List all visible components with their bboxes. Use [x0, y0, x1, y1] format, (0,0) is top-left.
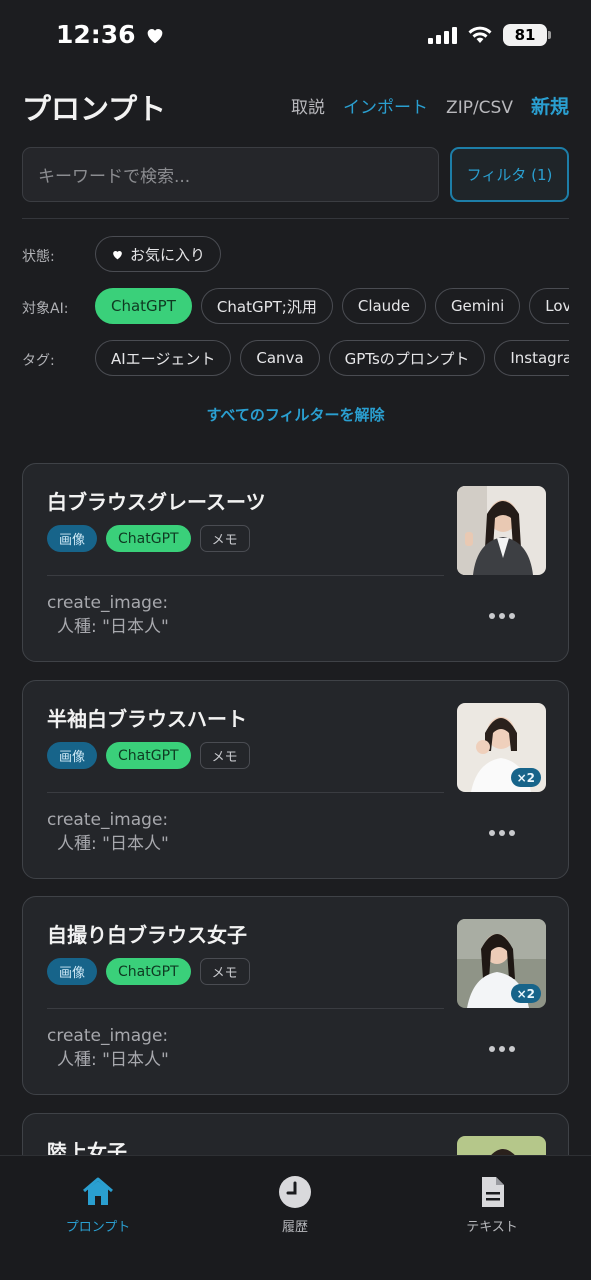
ai-badge: ChatGPT [106, 958, 191, 985]
ai-filter-label: 対象AI: [22, 301, 69, 317]
chip-instagram[interactable]: Instagram [494, 340, 569, 376]
nav-label: 履歴 [281, 1220, 308, 1235]
chip-gemini[interactable]: Gemini [434, 288, 521, 324]
status-bar: 12:36 81 [0, 0, 591, 72]
memo-badge[interactable]: メモ [199, 742, 250, 769]
clear-filters-link[interactable]: すべてのフィルターを解除 [0, 404, 591, 425]
card-divider [47, 792, 444, 793]
body-line: create_image: [47, 593, 169, 613]
body-line: create_image: [47, 1026, 169, 1046]
nav-item-text[interactable]: テキスト [422, 1174, 562, 1235]
tag-filter-row: タグ: AIエージェント Canva GPTsのプロンプト Instagram [22, 340, 569, 378]
card-thumbnail[interactable]: ×2 [457, 703, 546, 792]
ai-badge: ChatGPT [106, 525, 191, 552]
import-link[interactable]: インポート [343, 93, 428, 118]
status-chips: お気に入り [95, 236, 222, 272]
chip-lovable[interactable]: Lovable [529, 288, 569, 324]
tag-filter-label: タグ: [22, 353, 55, 369]
ai-badge: ChatGPT [106, 742, 191, 769]
nav-item-prompts[interactable]: プロンプト [28, 1174, 168, 1235]
body-line: 人種: "日本人" [57, 834, 169, 854]
body-line: 人種: "日本人" [57, 617, 169, 637]
card-title: 白ブラウスグレースーツ [47, 490, 266, 514]
chip-gpts-prompt[interactable]: GPTsのプロンプト [328, 340, 486, 376]
chip-chatgpt-general[interactable]: ChatGPT;汎用 [200, 288, 333, 324]
status-time: 12:36 [56, 20, 166, 49]
header-actions: 取説 インポート ZIP/CSV 新規 [291, 92, 569, 119]
chip-ai-agent[interactable]: AIエージェント [95, 340, 232, 376]
category-badge: 画像 [47, 742, 98, 769]
search-input[interactable]: キーワードで検索... [22, 147, 439, 202]
card-title: 自撮り白ブラウス女子 [47, 923, 247, 947]
card-divider [47, 575, 444, 576]
card-body: create_image: 人種: "日本人" [47, 1024, 169, 1072]
header: プロンプト 取説 インポート ZIP/CSV 新規 [22, 86, 569, 126]
photo-thumbnail-image [457, 486, 546, 575]
nav-item-history[interactable]: 履歴 [225, 1174, 365, 1235]
more-options-icon[interactable] [485, 606, 519, 626]
wifi-icon [468, 26, 492, 43]
heart-icon [147, 28, 162, 43]
image-count-badge: ×2 [510, 984, 541, 1003]
manual-link[interactable]: 取説 [291, 93, 325, 118]
category-badge: 画像 [47, 958, 98, 985]
heart-icon [113, 250, 122, 259]
ai-filter-row: 対象AI: ChatGPT ChatGPT;汎用 Claude Gemini L… [22, 288, 569, 326]
chip-chatgpt[interactable]: ChatGPT [95, 288, 192, 324]
clock-icon [279, 1176, 311, 1208]
page-title: プロンプト [22, 92, 167, 126]
document-icon [482, 1177, 504, 1207]
nav-label: プロンプト [65, 1220, 131, 1235]
card-title: 半袖白ブラウスハート [47, 707, 247, 731]
card-badges: 画像 ChatGPT メモ [47, 742, 250, 769]
new-prompt-button[interactable]: 新規 [531, 92, 569, 119]
battery-level: 81 [514, 26, 536, 44]
home-icon [83, 1177, 113, 1205]
card-thumbnail[interactable] [457, 486, 546, 575]
card-divider [47, 1008, 444, 1009]
chip-label: お気に入り [130, 245, 206, 264]
chip-claude[interactable]: Claude [341, 288, 426, 324]
card-badges: 画像 ChatGPT メモ [47, 525, 250, 552]
chip-canva[interactable]: Canva [240, 340, 320, 376]
memo-badge[interactable]: メモ [199, 958, 250, 985]
prompt-card[interactable]: 白ブラウスグレースーツ 画像 ChatGPT メモ create_image: … [22, 463, 569, 662]
more-options-icon[interactable] [485, 823, 519, 843]
status-filter-row: 状態: お気に入り [22, 236, 569, 274]
cellular-signal-icon [428, 26, 457, 44]
status-filter-label: 状態: [22, 249, 55, 265]
memo-badge[interactable]: メモ [199, 525, 250, 552]
clock-text: 12:36 [56, 20, 136, 49]
body-line: create_image: [47, 810, 169, 830]
zip-csv-link[interactable]: ZIP/CSV [446, 98, 513, 118]
prompt-card[interactable]: 自撮り白ブラウス女子 画像 ChatGPT メモ create_image: 人… [22, 896, 569, 1095]
category-badge: 画像 [47, 525, 98, 552]
filter-button[interactable]: フィルタ (1) [450, 147, 569, 202]
card-thumbnail[interactable]: ×2 [457, 919, 546, 1008]
card-body: create_image: 人種: "日本人" [47, 808, 169, 856]
battery-icon: 81 [503, 24, 551, 46]
image-count-badge: ×2 [510, 768, 541, 787]
status-indicators: 81 [428, 24, 551, 46]
search-placeholder: キーワードで検索... [38, 167, 191, 187]
more-options-icon[interactable] [485, 1039, 519, 1059]
card-body: create_image: 人種: "日本人" [47, 591, 169, 639]
prompt-card[interactable]: 半袖白ブラウスハート 画像 ChatGPT メモ create_image: 人… [22, 680, 569, 879]
ai-chips: ChatGPT ChatGPT;汎用 Claude Gemini Lovable [95, 288, 569, 324]
nav-label: テキスト [466, 1220, 518, 1235]
body-line: 人種: "日本人" [57, 1050, 169, 1070]
chip-favorites[interactable]: お気に入り [95, 236, 222, 272]
bottom-nav: プロンプト 履歴 テキスト [0, 1155, 591, 1280]
tag-chips: AIエージェント Canva GPTsのプロンプト Instagram [95, 340, 569, 376]
card-badges: 画像 ChatGPT メモ [47, 958, 250, 985]
divider [22, 218, 569, 219]
